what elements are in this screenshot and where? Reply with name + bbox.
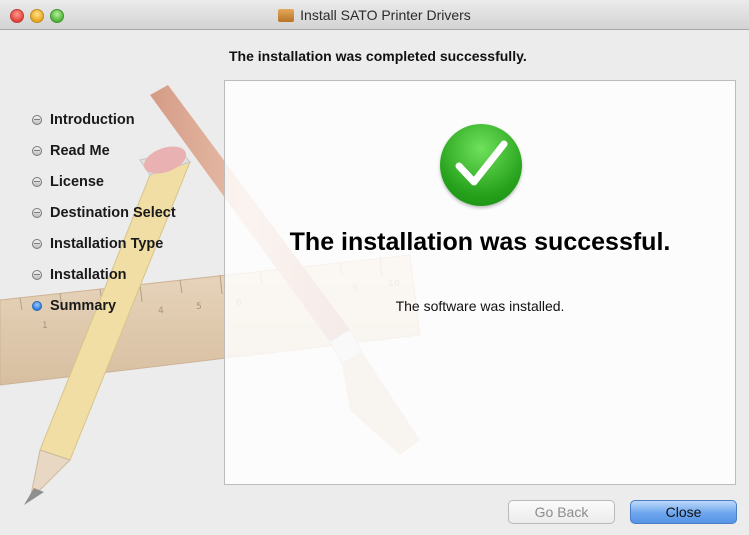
success-detail: The software was installed.	[395, 298, 565, 314]
checkmark-icon	[440, 124, 522, 206]
step-read-me: Read Me	[32, 135, 176, 166]
window-title-text: Install SATO Printer Drivers	[300, 7, 471, 23]
summary-panel: The installation was successful. The sof…	[224, 80, 736, 485]
step-label: Installation	[50, 266, 127, 283]
step-label: Installation Type	[50, 235, 164, 252]
step-destination-select: Destination Select	[32, 197, 176, 228]
success-headline: The installation was successful.	[289, 228, 671, 256]
step-label: Destination Select	[50, 204, 176, 221]
step-bullet-icon	[32, 207, 42, 218]
title-bar[interactable]: Install SATO Printer Drivers	[0, 0, 749, 30]
step-bullet-icon	[32, 145, 42, 156]
go-back-button[interactable]: Go Back	[508, 500, 615, 524]
package-icon	[278, 9, 295, 22]
step-bullet-icon	[32, 176, 42, 187]
step-label: License	[50, 173, 104, 190]
installer-window: Install SATO Printer Drivers The install…	[0, 0, 749, 535]
step-bullet-icon	[32, 269, 42, 280]
svg-text:1: 1	[42, 321, 48, 331]
step-license: License	[32, 166, 176, 197]
step-bullet-icon	[32, 114, 42, 125]
page-subtitle: The installation was completed successfu…	[229, 48, 527, 64]
step-installation-type: Installation Type	[32, 228, 176, 259]
installer-steps-list: Introduction Read Me License Destination…	[32, 104, 176, 321]
step-bullet-icon	[32, 238, 42, 249]
step-label: Read Me	[50, 142, 110, 159]
step-installation: Installation	[32, 259, 176, 290]
step-summary: Summary	[32, 290, 176, 321]
step-label: Summary	[50, 297, 117, 314]
close-button[interactable]: Close	[630, 500, 737, 524]
window-title: Install SATO Printer Drivers	[0, 7, 749, 23]
step-bullet-active-icon	[32, 300, 42, 311]
step-introduction: Introduction	[32, 104, 176, 135]
step-label: Introduction	[50, 111, 135, 128]
svg-text:5: 5	[196, 302, 202, 312]
